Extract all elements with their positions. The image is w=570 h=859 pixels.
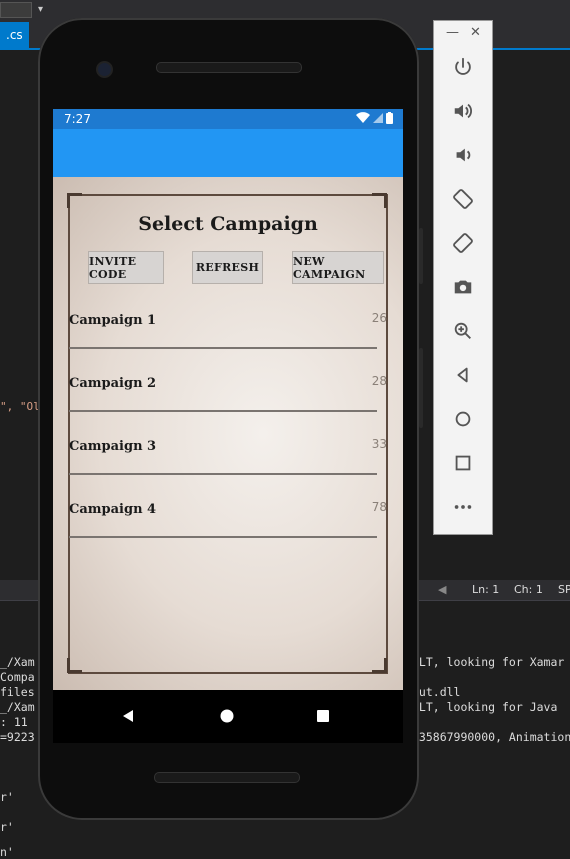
zoom-icon[interactable]: [449, 317, 477, 345]
campaign-row[interactable]: Campaign 4 78: [69, 500, 387, 562]
phone-device: 7:27 Select Campaign Invite Code: [38, 18, 423, 820]
output-line: Compa: [0, 670, 35, 684]
spaces-indicator: SP: [558, 583, 570, 596]
battery-icon: [386, 112, 393, 127]
campaign-row[interactable]: Campaign 1 26: [69, 311, 387, 373]
front-camera: [96, 61, 113, 78]
nav-home-icon[interactable]: [215, 704, 239, 728]
volume-up-icon[interactable]: [449, 97, 477, 125]
dropdown-arrow-icon[interactable]: ▾: [38, 4, 43, 15]
app-bar: [53, 129, 403, 177]
output-line: r': [0, 820, 14, 834]
emulator-toolbar: — ✕: [433, 20, 493, 535]
campaign-name: Campaign 3: [69, 439, 157, 454]
ide-tab-active[interactable]: .cs: [0, 22, 29, 48]
row-divider: [69, 536, 377, 538]
output-line: =9223: [0, 730, 35, 744]
new-campaign-button[interactable]: New Campaign: [292, 251, 384, 284]
campaign-count: 26: [371, 311, 387, 325]
output-line: ULT, looking for Java: [412, 700, 558, 714]
bottom-speaker: [154, 772, 300, 783]
page-title: Select Campaign: [138, 213, 318, 235]
line-indicator: Ln: 1: [472, 583, 500, 596]
frame-corner: [372, 658, 387, 673]
output-line: 335867990000, Animation: [412, 730, 570, 744]
volume-down-icon[interactable]: [449, 141, 477, 169]
row-divider: [69, 347, 377, 349]
wifi-icon: [356, 112, 370, 127]
power-icon[interactable]: [449, 53, 477, 81]
phone-screen: 7:27 Select Campaign Invite Code: [53, 109, 403, 743]
earpiece-speaker: [156, 62, 302, 73]
code-fragment: ", "Ol: [0, 400, 40, 413]
close-button[interactable]: ✕: [470, 25, 481, 40]
output-line: n': [0, 845, 14, 859]
nav-overview-icon[interactable]: [311, 704, 335, 728]
campaign-count: 28: [371, 374, 387, 388]
ide-combobox[interactable]: [0, 2, 32, 18]
minimize-button[interactable]: —: [446, 25, 459, 40]
status-time: 7:27: [64, 112, 91, 126]
volume-side-button[interactable]: [419, 348, 423, 428]
more-icon[interactable]: [449, 493, 477, 521]
campaign-page: Select Campaign Invite Code Refresh New …: [53, 177, 403, 690]
back-icon[interactable]: [449, 361, 477, 389]
camera-icon[interactable]: [449, 273, 477, 301]
output-line: r': [0, 790, 14, 804]
scroll-left-icon[interactable]: ◀: [438, 583, 446, 596]
campaign-row[interactable]: Campaign 3 33: [69, 437, 387, 499]
frame-corner: [67, 193, 82, 208]
cellular-icon: [373, 112, 383, 127]
campaign-name: Campaign 2: [69, 376, 157, 391]
output-line: ULT, looking for Xamar: [412, 655, 565, 669]
output-line: files: [0, 685, 35, 699]
navigation-bar: [53, 690, 403, 743]
output-line: _/Xam: [0, 655, 35, 669]
frame-corner: [67, 658, 82, 673]
output-line: _/Xam: [0, 700, 35, 714]
status-bar: 7:27: [53, 109, 403, 129]
rotate-right-icon[interactable]: [449, 229, 477, 257]
output-line: : 11: [0, 715, 28, 729]
rotate-left-icon[interactable]: [449, 185, 477, 213]
power-side-button[interactable]: [419, 228, 423, 284]
invite-code-button[interactable]: Invite Code: [88, 251, 164, 284]
campaign-row[interactable]: Campaign 2 28: [69, 374, 387, 436]
row-divider: [69, 410, 377, 412]
campaign-count: 33: [371, 437, 387, 451]
campaign-count: 78: [371, 500, 387, 514]
output-line: out.dll: [412, 685, 461, 699]
home-icon[interactable]: [449, 405, 477, 433]
refresh-button[interactable]: Refresh: [192, 251, 263, 284]
campaign-name: Campaign 1: [69, 313, 157, 328]
overview-icon[interactable]: [449, 449, 477, 477]
row-divider: [69, 473, 377, 475]
nav-back-icon[interactable]: [116, 704, 140, 728]
frame-corner: [372, 193, 387, 208]
column-indicator: Ch: 1: [514, 583, 543, 596]
campaign-name: Campaign 4: [69, 502, 157, 517]
